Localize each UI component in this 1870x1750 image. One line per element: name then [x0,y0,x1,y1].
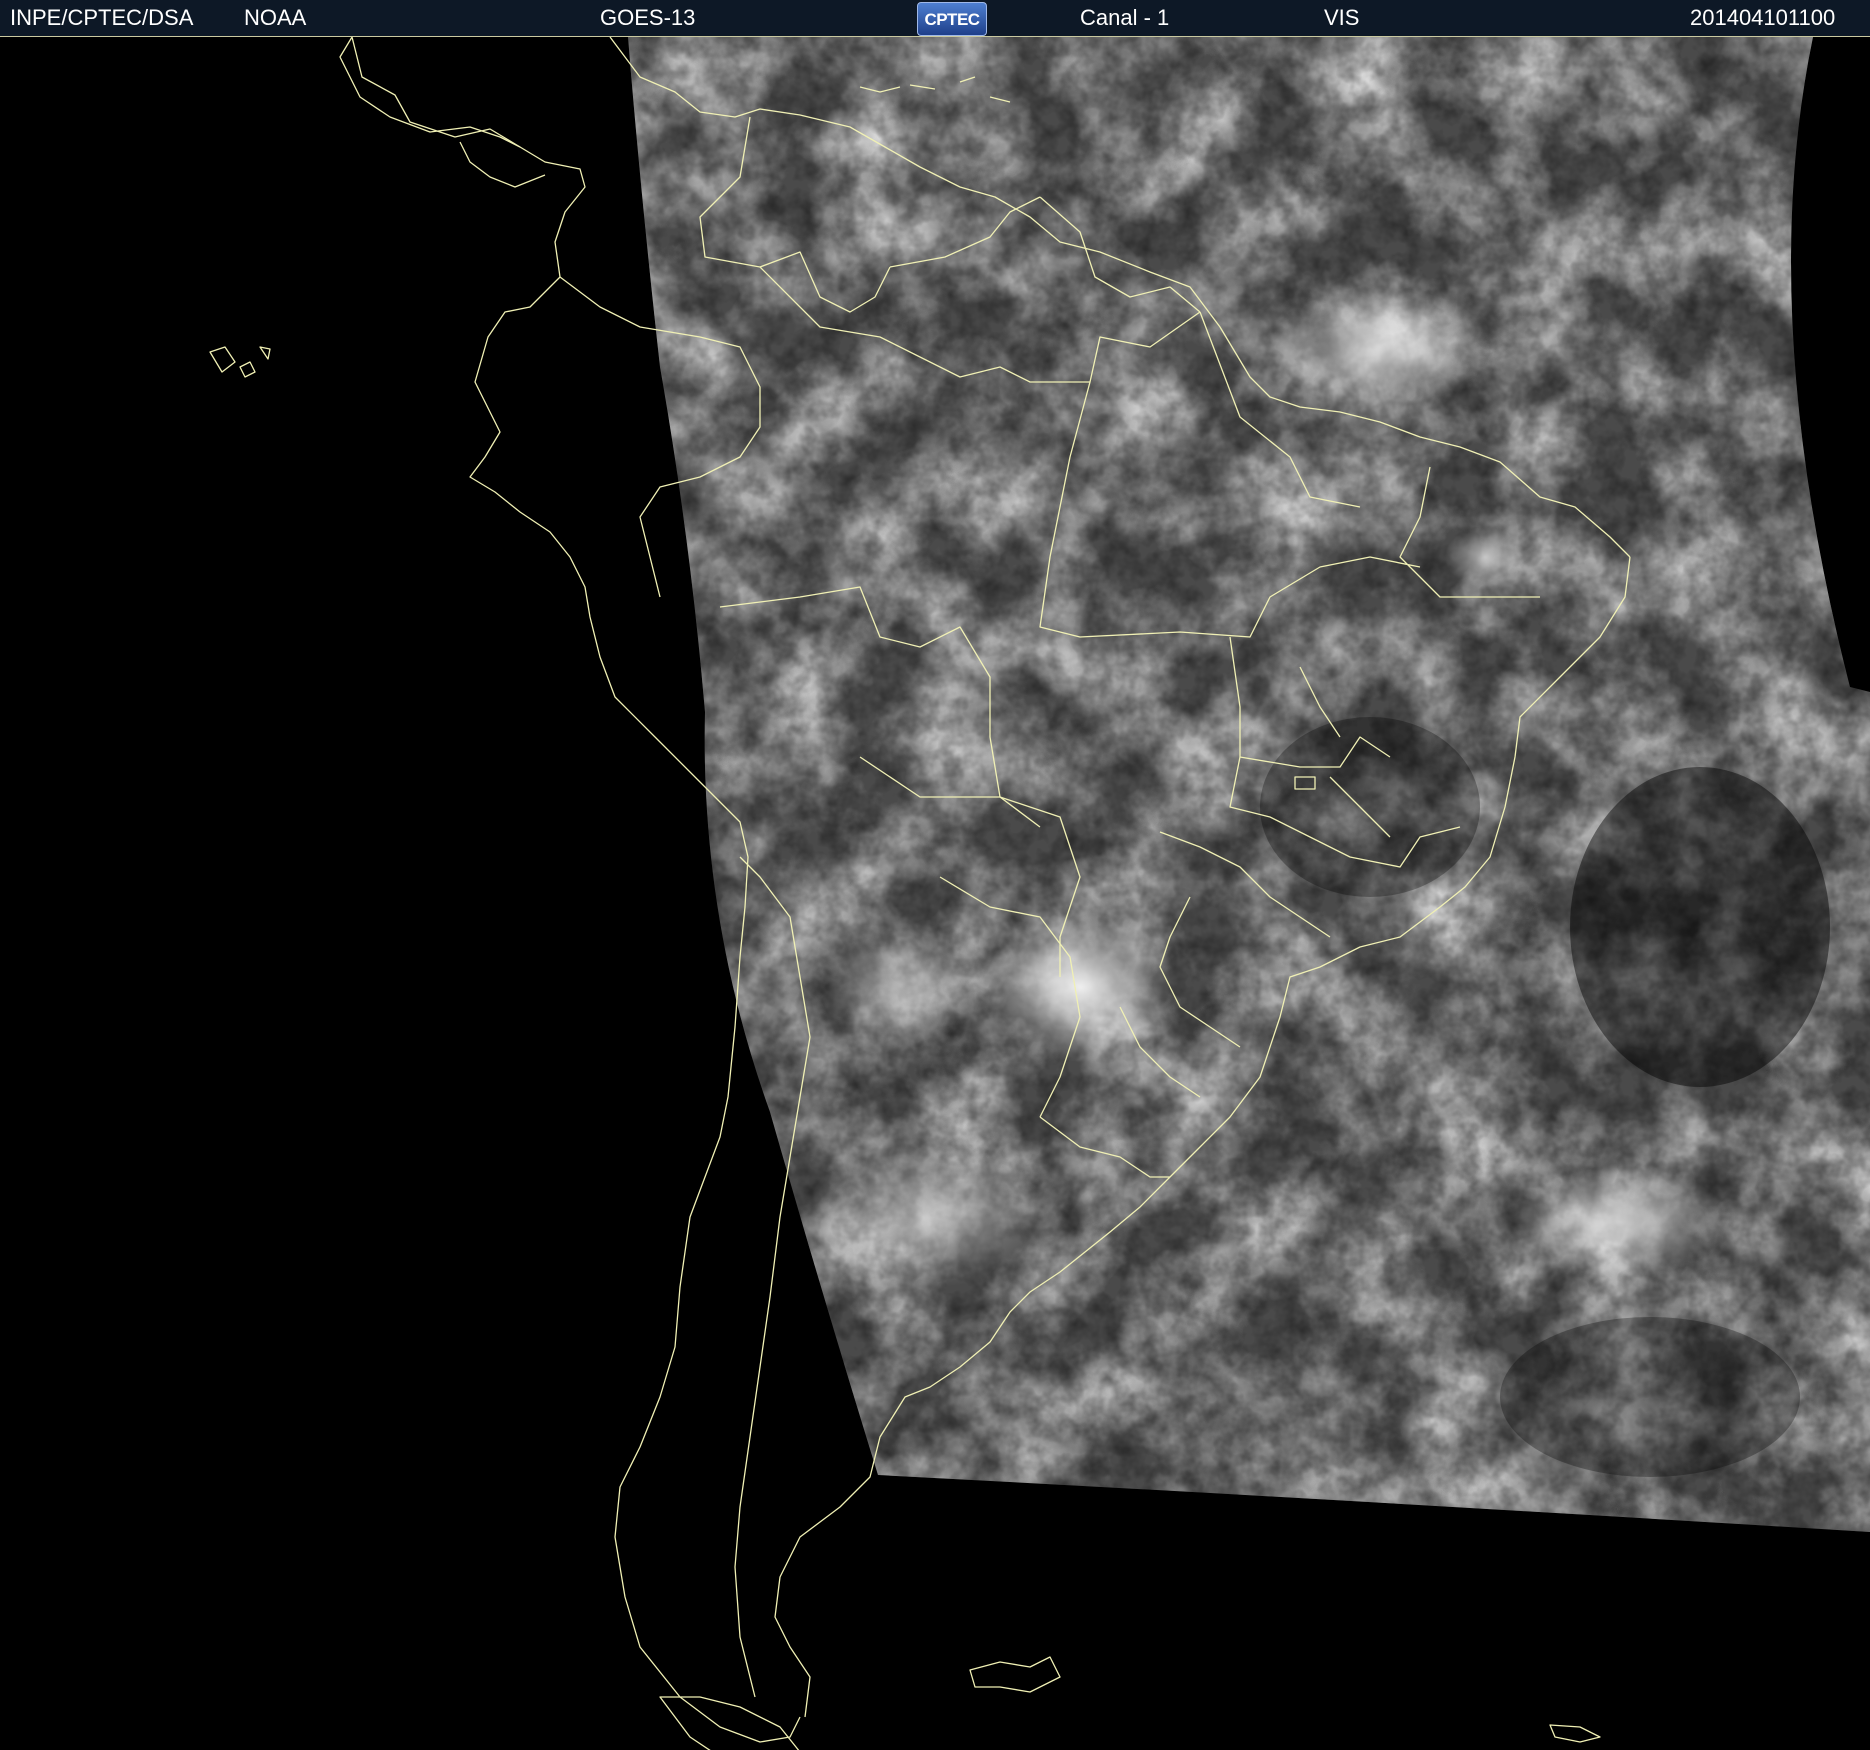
logo-text: CPTEC [924,9,980,29]
cloud-system [985,912,1175,1062]
timestamp-label: 201404101100 [1690,5,1836,30]
cloud-system [1510,1167,1730,1277]
clear-sky-area [1500,1317,1800,1477]
agency-label: INPE/CPTEC/DSA [10,5,194,30]
coastline-galapagos [209,346,271,378]
cptec-logo: CPTEC [917,2,987,36]
clear-sky-area [1570,767,1830,1087]
partner-label: NOAA [244,5,307,30]
cloud-system [800,1147,1060,1287]
satellite-map [209,37,1870,1750]
band-label: VIS [1324,5,1360,30]
satellite-label: GOES-13 [600,5,696,30]
coastline-central-america [339,37,546,188]
coastline-south-georgia [1549,1724,1601,1743]
cloud-system [820,927,980,1047]
image-header-bar: INPE/CPTEC/DSA NOAA GOES-13 CPTEC Canal … [0,0,1870,37]
cloud-system [1270,287,1490,407]
satellite-image-viewer: INPE/CPTEC/DSA NOAA GOES-13 CPTEC Canal … [0,0,1870,1750]
coastline-tierra-del-fuego [659,1696,800,1750]
cloud-system [1445,527,1525,587]
coastline-falklands [969,1656,1061,1693]
channel-label: Canal - 1 [1080,5,1170,30]
